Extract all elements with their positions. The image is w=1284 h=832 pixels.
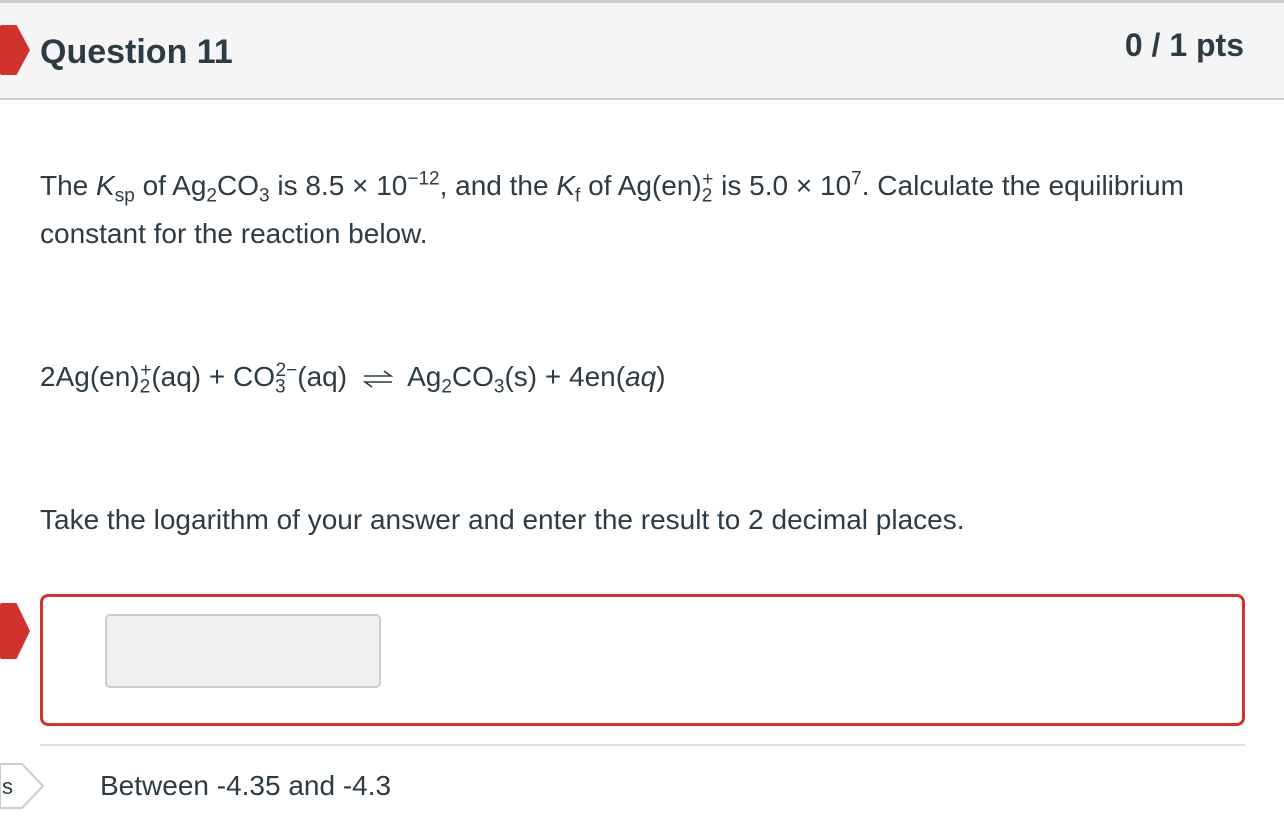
reaction-equation: 2Ag(en)2+(aq) + CO32−(aq) Ag2CO3(s) + 4en… [40,359,666,398]
equilibrium-arrow-icon [363,369,394,388]
correct-answer-range: Between -4.35 and -4.3 [100,770,392,801]
answer-divider [40,744,1245,746]
incorrect-answer-flag-icon [0,603,30,659]
answer-input[interactable] [105,614,381,688]
svg-text:s: s [2,774,13,799]
incorrect-flag-icon [0,25,30,75]
question-header: Question 11 0 / 1 pts [0,3,1284,100]
answer-container [40,594,1245,726]
instruction-text: Take the logarithm of your answer and en… [40,504,965,535]
quiz-page: Question 11 0 / 1 pts The Ksp of Ag2CO3 … [0,0,1284,832]
question-points: 0 / 1 pts [1124,27,1244,63]
correct-answer-tag-icon: s [0,763,44,809]
question-title: Question 11 [40,33,233,71]
question-text: The Ksp of Ag2CO3 is 8.5 × 10−12, and th… [40,168,1184,249]
